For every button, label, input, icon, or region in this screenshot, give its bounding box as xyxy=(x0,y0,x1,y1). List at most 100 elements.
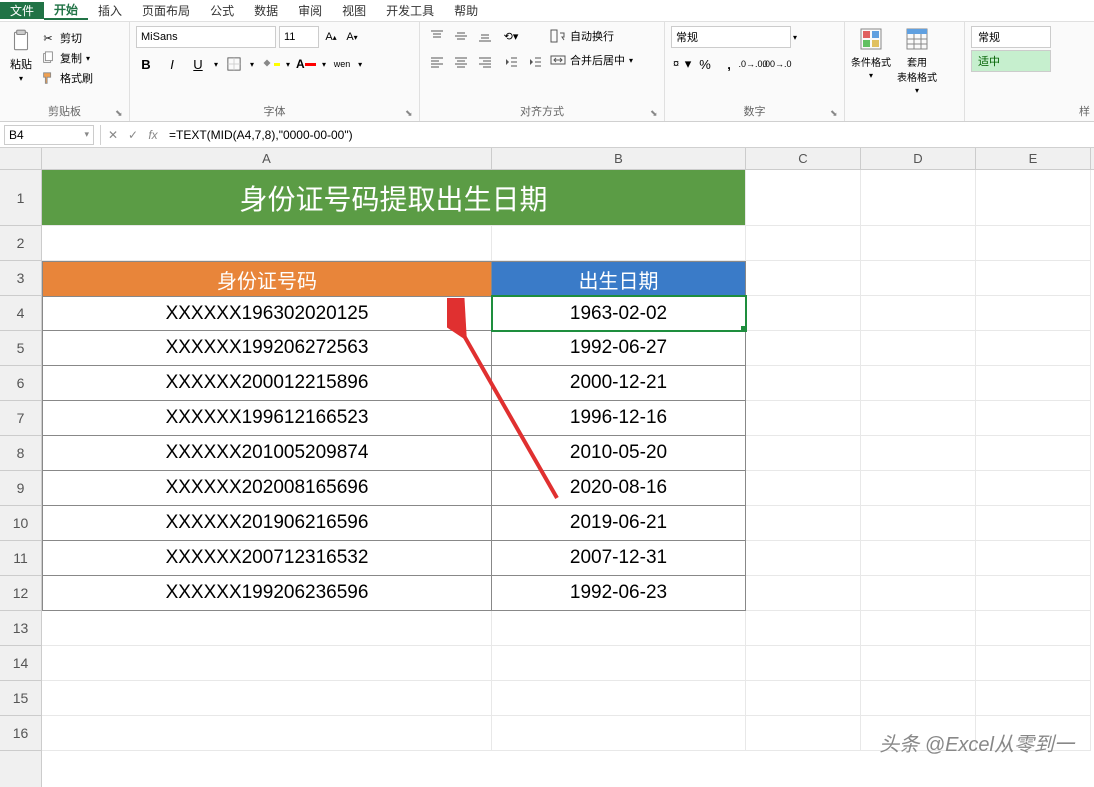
cell[interactable] xyxy=(861,261,976,296)
cell[interactable] xyxy=(976,681,1091,716)
cell[interactable] xyxy=(746,401,861,436)
chevron-down-icon[interactable]: ▾ xyxy=(214,60,218,69)
align-middle-button[interactable] xyxy=(450,26,472,46)
cut-button[interactable]: ✂ 剪切 xyxy=(40,30,93,46)
style-good[interactable]: 适中 xyxy=(971,50,1051,72)
cell-date[interactable]: 1992-06-27 xyxy=(492,331,746,366)
cell-date[interactable]: 2019-06-21 xyxy=(492,506,746,541)
row-header-10[interactable]: 10 xyxy=(0,506,41,541)
formula-input[interactable] xyxy=(163,125,1094,145)
chevron-down-icon[interactable]: ▾ xyxy=(250,60,254,69)
cell[interactable] xyxy=(746,436,861,471)
align-center-button[interactable] xyxy=(450,52,472,72)
cell-date[interactable]: 1992-06-23 xyxy=(492,576,746,611)
cell[interactable] xyxy=(976,576,1091,611)
menu-insert[interactable]: 插入 xyxy=(88,2,132,19)
cell-id[interactable]: XXXXXX199612166523 xyxy=(42,401,492,436)
percent-button[interactable]: % xyxy=(695,54,715,74)
cell-date-selected[interactable]: 1963-02-02 xyxy=(492,296,746,331)
format-painter-button[interactable]: 格式刷 xyxy=(40,70,93,86)
bold-button[interactable]: B xyxy=(136,54,156,74)
table-format-button[interactable]: 套用 表格格式 ▾ xyxy=(897,26,937,95)
cell[interactable] xyxy=(746,366,861,401)
cell[interactable] xyxy=(976,331,1091,366)
menu-help[interactable]: 帮助 xyxy=(444,2,488,19)
chevron-down-icon[interactable]: ▾ xyxy=(358,60,362,69)
underline-button[interactable]: U xyxy=(188,54,208,74)
decrease-font-button[interactable]: A▾ xyxy=(343,26,361,48)
cell[interactable] xyxy=(746,611,861,646)
cell[interactable] xyxy=(976,261,1091,296)
row-header-8[interactable]: 8 xyxy=(0,436,41,471)
align-left-button[interactable] xyxy=(426,52,448,72)
chevron-down-icon[interactable]: ▾ xyxy=(286,60,290,69)
italic-button[interactable]: I xyxy=(162,54,182,74)
cell[interactable] xyxy=(861,170,976,226)
cell-id[interactable]: XXXXXX196302020125 xyxy=(42,296,492,331)
phonetic-button[interactable]: wen xyxy=(332,54,352,74)
menu-dev-tools[interactable]: 开发工具 xyxy=(376,2,444,19)
align-top-button[interactable] xyxy=(426,26,448,46)
fill-color-button[interactable] xyxy=(260,54,280,74)
chevron-down-icon[interactable]: ▾ xyxy=(793,33,797,42)
decrease-indent-button[interactable] xyxy=(500,52,522,72)
select-all-corner[interactable] xyxy=(0,148,41,170)
clipboard-launcher[interactable]: ⬊ xyxy=(115,108,125,118)
cell[interactable] xyxy=(861,471,976,506)
row-header-1[interactable]: 1 xyxy=(0,170,41,226)
col-header-d[interactable]: D xyxy=(861,148,976,169)
cell[interactable] xyxy=(976,471,1091,506)
cell[interactable] xyxy=(976,366,1091,401)
menu-home[interactable]: 开始 xyxy=(44,1,88,20)
row-header-4[interactable]: 4 xyxy=(0,296,41,331)
cell[interactable] xyxy=(492,716,746,751)
row-header-7[interactable]: 7 xyxy=(0,401,41,436)
row-header-14[interactable]: 14 xyxy=(0,646,41,681)
cell[interactable] xyxy=(746,506,861,541)
cell-date[interactable]: 2000-12-21 xyxy=(492,366,746,401)
title-cell[interactable]: 身份证号码提取出生日期 xyxy=(42,170,746,226)
cell[interactable] xyxy=(976,611,1091,646)
cell[interactable] xyxy=(42,226,492,261)
cell[interactable] xyxy=(861,681,976,716)
cell[interactable] xyxy=(976,436,1091,471)
cell[interactable] xyxy=(42,611,492,646)
cell[interactable] xyxy=(746,261,861,296)
header-date[interactable]: 出生日期 xyxy=(492,261,746,296)
cell-id[interactable]: XXXXXX199206272563 xyxy=(42,331,492,366)
cell[interactable] xyxy=(861,646,976,681)
cell[interactable] xyxy=(746,541,861,576)
font-name-input[interactable] xyxy=(136,26,276,48)
row-header-6[interactable]: 6 xyxy=(0,366,41,401)
accept-formula-button[interactable]: ✓ xyxy=(123,125,143,145)
cell[interactable] xyxy=(976,541,1091,576)
comma-button[interactable]: , xyxy=(719,54,739,74)
cell-id[interactable]: XXXXXX199206236596 xyxy=(42,576,492,611)
cell-id[interactable]: XXXXXX200712316532 xyxy=(42,541,492,576)
cell[interactable] xyxy=(746,716,861,751)
cell-date[interactable]: 2007-12-31 xyxy=(492,541,746,576)
menu-data[interactable]: 数据 xyxy=(244,2,288,19)
alignment-launcher[interactable]: ⬊ xyxy=(650,108,660,118)
insert-function-button[interactable]: fx xyxy=(143,125,163,145)
cell[interactable] xyxy=(42,681,492,716)
col-header-a[interactable]: A xyxy=(42,148,492,169)
font-launcher[interactable]: ⬊ xyxy=(405,108,415,118)
row-header-3[interactable]: 3 xyxy=(0,261,41,296)
menu-formulas[interactable]: 公式 xyxy=(200,2,244,19)
cell[interactable] xyxy=(861,226,976,261)
cell[interactable] xyxy=(861,611,976,646)
cell-date[interactable]: 1996-12-16 xyxy=(492,401,746,436)
cell-id[interactable]: XXXXXX200012215896 xyxy=(42,366,492,401)
cell-id[interactable]: XXXXXX201005209874 xyxy=(42,436,492,471)
align-bottom-button[interactable] xyxy=(474,26,496,46)
cell[interactable] xyxy=(861,541,976,576)
increase-font-button[interactable]: A▴ xyxy=(322,26,340,48)
wrap-text-button[interactable]: 自动换行 xyxy=(550,28,633,44)
increase-decimal-button[interactable]: .0→.00 xyxy=(743,54,763,74)
cancel-formula-button[interactable]: ✕ xyxy=(103,125,123,145)
cell-id[interactable]: XXXXXX201906216596 xyxy=(42,506,492,541)
cell[interactable] xyxy=(861,366,976,401)
orientation-button[interactable]: ⟲▾ xyxy=(500,26,522,46)
cell[interactable] xyxy=(492,681,746,716)
